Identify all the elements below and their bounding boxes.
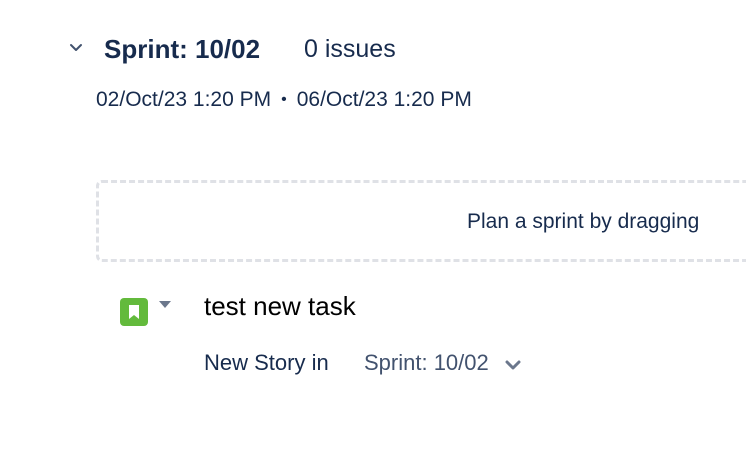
- date-separator: •: [281, 91, 287, 108]
- sprint-destination-value: Sprint: 10/02: [364, 350, 489, 375]
- sprint-start-date: 02/Oct/23 1:20 PM: [96, 88, 272, 111]
- sprint-dates: 02/Oct/23 1:20 PM • 06/Oct/23 1:20 PM: [96, 88, 472, 112]
- sprint-destination-select[interactable]: Sprint: 10/02: [364, 346, 521, 380]
- sprint-end-date: 06/Oct/23 1:20 PM: [296, 88, 472, 111]
- empty-sprint-message: Plan a sprint by dragging: [467, 210, 700, 233]
- sprint-title: Sprint: 10/02: [104, 34, 261, 64]
- sprint-dropzone[interactable]: Plan a sprint by dragging: [96, 180, 746, 262]
- chevron-down-icon[interactable]: [68, 40, 84, 56]
- new-story-label: New Story in: [204, 350, 329, 375]
- chevron-down-icon: [505, 360, 521, 370]
- issue-type-picker[interactable]: [120, 296, 180, 330]
- caret-down-icon: [159, 301, 171, 308]
- issue-count: 0 issues: [304, 35, 396, 63]
- story-icon: [120, 298, 148, 326]
- issue-summary-input[interactable]: [202, 286, 746, 326]
- sprint-backlog-panel: Sprint: 10/02 0 issues 02/Oct/23 1:20 PM…: [0, 0, 746, 464]
